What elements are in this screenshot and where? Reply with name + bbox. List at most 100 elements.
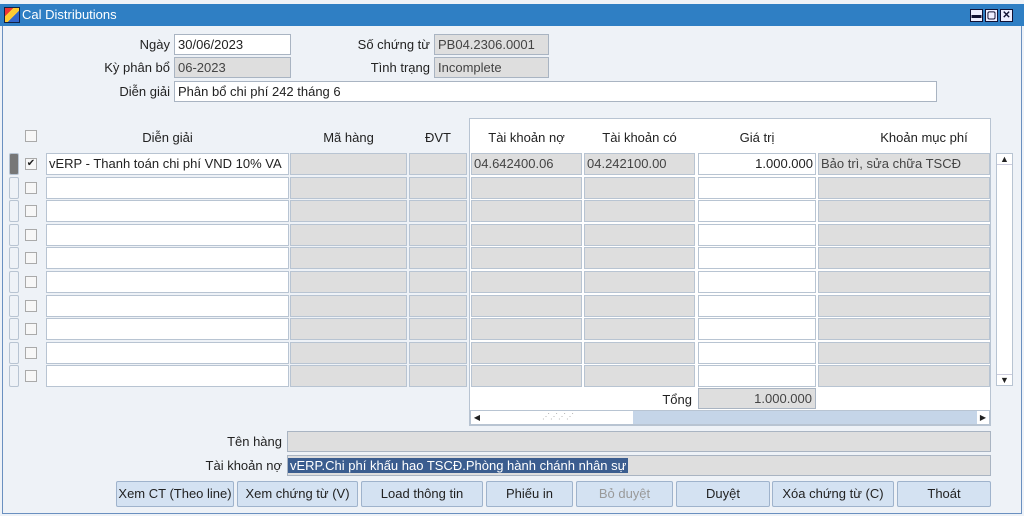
cell-uom[interactable]	[409, 365, 467, 388]
cell-desc[interactable]	[46, 223, 289, 246]
scroll-left-icon[interactable]: ◀	[471, 411, 483, 424]
cell-item[interactable]	[290, 365, 407, 388]
cell-item[interactable]	[290, 176, 407, 199]
row-indicator[interactable]	[9, 200, 19, 223]
cell-item[interactable]	[290, 223, 407, 246]
close-button[interactable]: ✕	[1000, 9, 1013, 22]
cell-desc[interactable]	[46, 200, 289, 223]
cell-item[interactable]	[290, 318, 407, 341]
vertical-scrollbar[interactable]: ▲ ▼	[996, 153, 1013, 386]
cell-uom[interactable]	[409, 318, 467, 341]
voucher-field[interactable]: PB04.2306.0001	[434, 34, 549, 55]
cell-desc[interactable]	[46, 294, 289, 317]
cell-credit[interactable]	[584, 341, 695, 364]
cell-item[interactable]	[290, 247, 407, 270]
cell-uom[interactable]	[409, 271, 467, 293]
scroll-thumb[interactable]: ⋰⋰⋰⋰	[483, 411, 633, 424]
cell-item[interactable]	[290, 341, 407, 364]
cell-debit[interactable]	[471, 318, 582, 341]
scroll-right-icon[interactable]: ▶	[977, 411, 989, 424]
action-button-2[interactable]: Load thông tin	[361, 481, 483, 507]
cell-debit[interactable]	[471, 365, 582, 388]
cell-credit[interactable]	[584, 223, 695, 246]
row-indicator[interactable]	[9, 247, 19, 270]
horizontal-scrollbar[interactable]: ◀ ⋰⋰⋰⋰ ▶	[470, 410, 990, 425]
cell-cost[interactable]	[818, 200, 990, 223]
cell-debit[interactable]	[471, 200, 582, 223]
row-checkbox[interactable]	[25, 276, 37, 288]
cell-credit[interactable]	[584, 294, 695, 317]
cell-amount[interactable]	[698, 341, 816, 364]
cell-amount[interactable]	[698, 271, 816, 293]
action-button-5[interactable]: Duyệt	[676, 481, 770, 507]
row-indicator[interactable]	[9, 153, 19, 175]
cell-credit[interactable]	[584, 247, 695, 270]
row-indicator[interactable]	[9, 176, 19, 199]
cell-uom[interactable]	[409, 200, 467, 223]
cell-cost[interactable]: Bảo trì, sửa chữa TSCĐ	[818, 153, 990, 175]
cell-credit[interactable]	[584, 318, 695, 341]
cell-desc[interactable]	[46, 176, 289, 199]
action-button-7[interactable]: Thoát	[897, 481, 991, 507]
cell-desc[interactable]	[46, 365, 289, 388]
cell-uom[interactable]	[409, 176, 467, 199]
cell-amount[interactable]: 1.000.000	[698, 153, 816, 175]
cell-amount[interactable]	[698, 176, 816, 199]
action-button-0[interactable]: Xem CT (Theo line)	[116, 481, 234, 507]
row-indicator[interactable]	[9, 341, 19, 364]
cell-amount[interactable]	[698, 294, 816, 317]
row-indicator[interactable]	[9, 365, 19, 388]
row-checkbox[interactable]	[25, 299, 37, 312]
status-field[interactable]: Incomplete	[434, 57, 549, 78]
cell-cost[interactable]	[818, 223, 990, 246]
cell-item[interactable]	[290, 294, 407, 317]
cell-cost[interactable]	[818, 341, 990, 364]
minimize-button[interactable]: ▬	[970, 9, 983, 22]
cell-debit[interactable]	[471, 294, 582, 317]
cell-cost[interactable]	[818, 247, 990, 270]
cell-debit[interactable]	[471, 223, 582, 246]
cell-desc[interactable]	[46, 341, 289, 364]
cell-cost[interactable]	[818, 176, 990, 199]
row-checkbox[interactable]	[25, 346, 37, 359]
cell-debit[interactable]: 04.642400.06	[471, 153, 582, 175]
scroll-up-icon[interactable]: ▲	[997, 154, 1012, 165]
cell-debit[interactable]	[471, 271, 582, 293]
action-button-1[interactable]: Xem chứng từ (V)	[237, 481, 358, 507]
row-indicator[interactable]	[9, 294, 19, 317]
row-indicator[interactable]	[9, 271, 19, 293]
cell-amount[interactable]	[698, 318, 816, 341]
cell-cost[interactable]	[818, 294, 990, 317]
row-checkbox[interactable]	[25, 252, 37, 265]
cell-credit[interactable]	[584, 365, 695, 388]
cell-uom[interactable]	[409, 294, 467, 317]
cell-debit[interactable]	[471, 247, 582, 270]
cell-item[interactable]	[290, 271, 407, 293]
cell-debit[interactable]	[471, 176, 582, 199]
cell-item[interactable]	[290, 200, 407, 223]
cell-item[interactable]	[290, 153, 407, 175]
select-all-checkbox[interactable]	[25, 130, 37, 142]
row-checkbox[interactable]	[25, 370, 37, 383]
cell-uom[interactable]	[409, 341, 467, 364]
cell-debit[interactable]	[471, 341, 582, 364]
cell-uom[interactable]	[409, 247, 467, 270]
debit-account-field[interactable]: vERP.Chi phí khấu hao TSCĐ.Phòng hành ch…	[287, 455, 991, 476]
cell-cost[interactable]	[818, 271, 990, 293]
cell-credit[interactable]	[584, 176, 695, 199]
scroll-down-icon[interactable]: ▼	[997, 374, 1012, 385]
cell-desc[interactable]	[46, 271, 289, 293]
cell-credit[interactable]	[584, 271, 695, 293]
cell-credit[interactable]: 04.242100.00	[584, 153, 695, 175]
cell-amount[interactable]	[698, 247, 816, 270]
action-button-3[interactable]: Phiếu in	[486, 481, 573, 507]
row-checkbox[interactable]	[25, 181, 37, 194]
cell-uom[interactable]	[409, 153, 467, 175]
cell-amount[interactable]	[698, 365, 816, 388]
cell-desc[interactable]	[46, 247, 289, 270]
row-checkbox[interactable]	[25, 228, 37, 241]
action-button-4[interactable]: Bỏ duyệt	[576, 481, 673, 507]
maximize-button[interactable]: ▢	[985, 9, 998, 22]
cell-desc[interactable]: vERP - Thanh toán chi phí VND 10% VA	[46, 153, 289, 175]
date-field[interactable]: 30/06/2023	[174, 34, 291, 55]
